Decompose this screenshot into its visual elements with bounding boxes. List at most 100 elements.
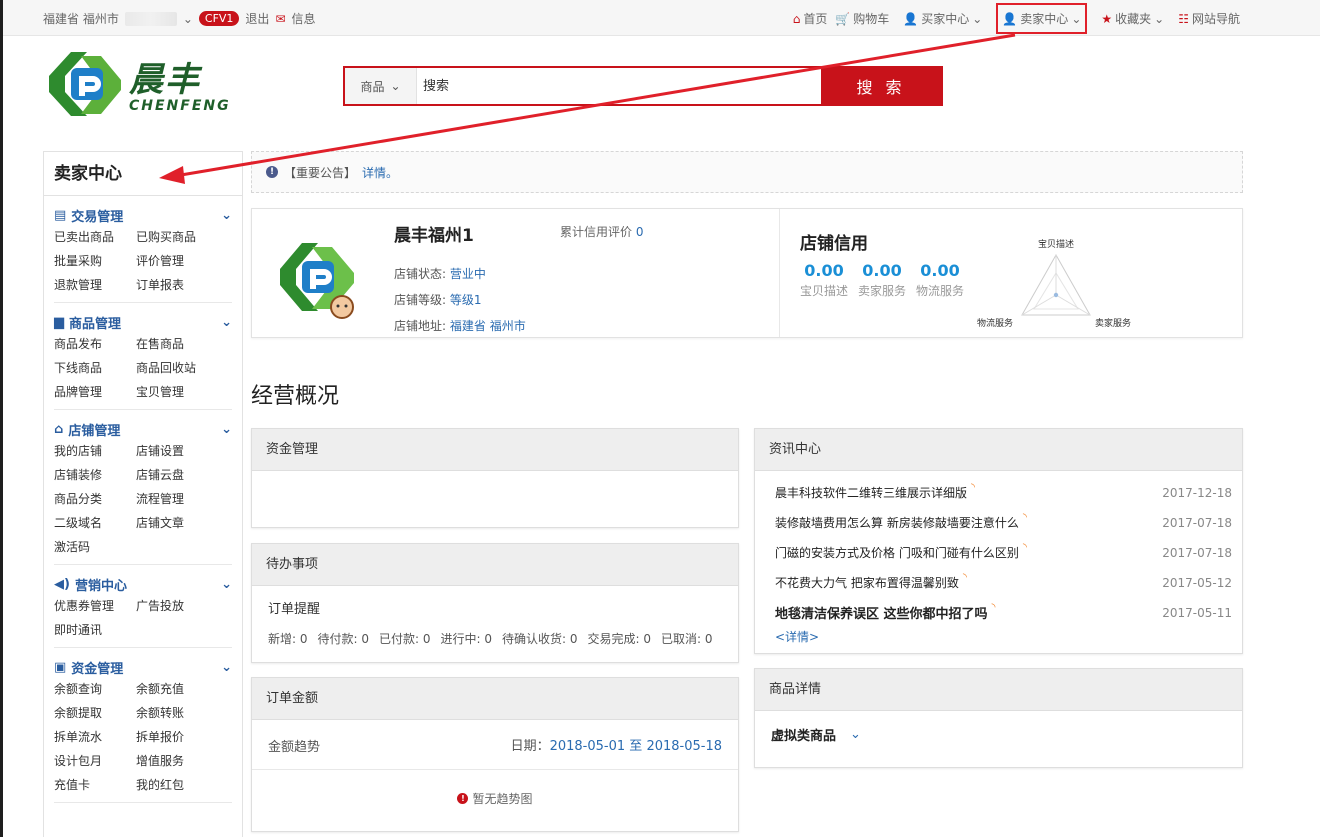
chevron-down-icon[interactable]: ⌄ bbox=[221, 208, 232, 223]
sidebar-item[interactable]: 流程管理 bbox=[136, 490, 218, 508]
sidebar-item[interactable]: 宝贝管理 bbox=[136, 383, 218, 401]
sidebar-item[interactable]: 已卖出商品 bbox=[54, 228, 136, 246]
sidebar-item[interactable]: 品牌管理 bbox=[54, 383, 136, 401]
sidebar-item[interactable]: 店铺云盘 bbox=[136, 466, 218, 484]
sidebar-item[interactable]: 已购买商品 bbox=[136, 228, 218, 246]
news-title[interactable]: 门磁的安装方式及价格 门吸和门碰有什么区别 bbox=[775, 544, 1019, 561]
home-link[interactable]: ⌂ 首页 bbox=[793, 10, 828, 27]
news-title[interactable]: 晨丰科技软件二维转三维展示详细版 bbox=[775, 484, 967, 501]
sidebar-item[interactable]: 我的红包 bbox=[136, 776, 218, 794]
sidebar-item[interactable]: 在售商品 bbox=[136, 335, 218, 353]
sidebar-item[interactable]: 激活码 bbox=[54, 538, 136, 556]
news-item[interactable]: 不花费大力气 把家布置得温馨别致 ◝ 2017-05-12 bbox=[775, 572, 1232, 591]
shop-address: 店铺地址: 福建省 福州市 bbox=[394, 317, 526, 334]
news-item[interactable]: 门磁的安装方式及价格 门吸和门碰有什么区别 ◝ 2017-07-18 bbox=[775, 542, 1232, 561]
sidebar-item[interactable]: 订单报表 bbox=[136, 276, 218, 294]
sidebar-item[interactable]: 充值卡 bbox=[54, 776, 136, 794]
chevron-down-icon[interactable]: ⌄ bbox=[183, 12, 193, 26]
sidebar-item[interactable]: 拆单流水 bbox=[54, 728, 136, 746]
search-input[interactable] bbox=[417, 68, 821, 104]
logout-link[interactable]: 退出 bbox=[245, 10, 269, 27]
panel-header: 资讯中心 bbox=[755, 429, 1242, 471]
empty-trend-message: ! 暂无趋势图 bbox=[252, 790, 738, 807]
news-item[interactable]: 地毯清洁保养误区 这些你都中招了吗 ◝ 2017-05-11 bbox=[775, 602, 1232, 622]
chevron-down-icon[interactable]: ⌄ bbox=[221, 577, 232, 592]
favorites-label: 收藏夹 bbox=[1115, 12, 1152, 26]
sidebar-section-header[interactable]: ◀) 营销中心 ⌄ bbox=[54, 575, 232, 594]
search-button[interactable]: 搜 索 bbox=[821, 68, 941, 104]
cart-link[interactable]: 🛒 购物车 bbox=[835, 10, 889, 27]
news-title[interactable]: 不花费大力气 把家布置得温馨别致 bbox=[775, 574, 959, 591]
stat-paid[interactable]: 已付款: 0 bbox=[379, 630, 431, 647]
news-title[interactable]: 装修敲墙费用怎么算 新房装修敲墙要注意什么 bbox=[775, 514, 1019, 531]
sidebar-item[interactable]: 增值服务 bbox=[136, 752, 218, 770]
news-more-link[interactable]: <详情> bbox=[775, 628, 819, 645]
sidebar-item[interactable]: 店铺装修 bbox=[54, 466, 136, 484]
seller-center-menu[interactable]: 👤 卖家中心 ⌄ bbox=[996, 3, 1088, 34]
sidebar-item[interactable]: 下线商品 bbox=[54, 359, 136, 377]
panel-header: 待办事项 bbox=[252, 544, 738, 586]
shop-status-value: 营业中 bbox=[449, 267, 486, 281]
sidebar-item[interactable]: 二级域名 bbox=[54, 514, 136, 532]
sidebar-item[interactable]: 商品回收站 bbox=[136, 359, 218, 377]
sidebar-item[interactable]: 余额查询 bbox=[54, 680, 136, 698]
news-title[interactable]: 地毯清洁保养误区 这些你都中招了吗 bbox=[775, 603, 988, 622]
date-from[interactable]: 2018-05-01 bbox=[550, 739, 626, 754]
location-text[interactable]: 福建省 福州市 bbox=[43, 10, 119, 27]
chevron-down-icon[interactable]: ⌄ bbox=[221, 315, 232, 330]
overview-title: 经营概况 bbox=[251, 384, 340, 409]
sidebar-item[interactable]: 批量采购 bbox=[54, 252, 136, 270]
score-label: 宝贝描述 bbox=[800, 284, 849, 298]
site-logo[interactable]: 晨丰 CHENFENG bbox=[41, 46, 241, 126]
sidebar-item[interactable]: 拆单报价 bbox=[136, 728, 218, 746]
sidebar-item[interactable]: 商品分类 bbox=[54, 490, 136, 508]
star-icon: ★ bbox=[1101, 11, 1113, 26]
score-label: 物流服务 bbox=[916, 284, 965, 298]
sidebar-item[interactable]: 即时通讯 bbox=[54, 621, 136, 639]
stat-completed[interactable]: 交易完成: 0 bbox=[588, 630, 652, 647]
sidebar-item[interactable]: 退款管理 bbox=[54, 276, 136, 294]
chevron-down-icon[interactable]: ⌄ bbox=[221, 660, 232, 675]
sidebar-item[interactable]: 余额转账 bbox=[136, 704, 218, 722]
sidebar-item[interactable]: 优惠券管理 bbox=[54, 597, 136, 615]
announcement-detail-link[interactable]: 详情。 bbox=[362, 164, 398, 181]
sidebar-section-header[interactable]: ⌂ 店铺管理 ⌄ bbox=[54, 420, 232, 439]
stat-cancelled[interactable]: 已取消: 0 bbox=[661, 630, 713, 647]
sidebar-item[interactable]: 评价管理 bbox=[136, 252, 218, 270]
stat-in-progress[interactable]: 进行中: 0 bbox=[441, 630, 493, 647]
sidebar-section-header[interactable]: ▆ 商品管理 ⌄ bbox=[54, 313, 232, 332]
date-to-label: 至 bbox=[629, 739, 643, 754]
goods-type-select[interactable]: 虚拟类商品 ⌄ bbox=[771, 725, 861, 744]
favorites-menu[interactable]: ★ 收藏夹 ⌄ bbox=[1101, 10, 1164, 27]
sidebar-item[interactable]: 设计包月 bbox=[54, 752, 136, 770]
sidebar-section-header[interactable]: ▣ 资金管理 ⌄ bbox=[54, 658, 232, 677]
sidebar-item[interactable]: 我的店铺 bbox=[54, 442, 136, 460]
empty-trend-text: 暂无趋势图 bbox=[472, 792, 533, 806]
site-nav-menu[interactable]: ☷ 网站导航 bbox=[1178, 10, 1240, 27]
sidebar-item[interactable]: 店铺文章 bbox=[136, 514, 218, 532]
shop-level-value[interactable]: 等级1 bbox=[450, 293, 482, 307]
chevron-down-icon[interactable]: ⌄ bbox=[221, 422, 232, 437]
sidebar-section-header[interactable]: ▤ 交易管理 ⌄ bbox=[54, 206, 232, 225]
stat-new[interactable]: 新增: 0 bbox=[268, 630, 308, 647]
briefcase-icon: ▆ bbox=[54, 314, 64, 330]
sidebar-item[interactable]: 余额提取 bbox=[54, 704, 136, 722]
sidebar-item[interactable]: 广告投放 bbox=[136, 597, 218, 615]
search-category-select[interactable]: 商品 ⌄ bbox=[345, 68, 417, 104]
messages-link[interactable]: 信息 bbox=[292, 10, 316, 27]
credit-title: 店铺信用 bbox=[800, 234, 868, 254]
panel-header: 订单金额 bbox=[252, 678, 738, 720]
credit-rating-value[interactable]: 0 bbox=[636, 225, 644, 239]
news-item[interactable]: 装修敲墙费用怎么算 新房装修敲墙要注意什么 ◝ 2017-07-18 bbox=[775, 512, 1232, 531]
megaphone-icon: ◀) bbox=[54, 576, 70, 592]
news-item[interactable]: 晨丰科技软件二维转三维展示详细版 ◝ 2017-12-18 bbox=[775, 482, 1232, 501]
stat-awaiting-receipt[interactable]: 待确认收货: 0 bbox=[502, 630, 578, 647]
home-label: 首页 bbox=[803, 12, 828, 26]
buyer-center-menu[interactable]: 👤 买家中心 ⌄ bbox=[903, 10, 982, 27]
date-to[interactable]: 2018-05-18 bbox=[646, 739, 722, 754]
stat-pending-payment[interactable]: 待付款: 0 bbox=[318, 630, 370, 647]
news-date: 2017-05-11 bbox=[1162, 605, 1232, 620]
sidebar-item[interactable]: 店铺设置 bbox=[136, 442, 218, 460]
sidebar-item[interactable]: 余额充值 bbox=[136, 680, 218, 698]
sidebar-item[interactable]: 商品发布 bbox=[54, 335, 136, 353]
